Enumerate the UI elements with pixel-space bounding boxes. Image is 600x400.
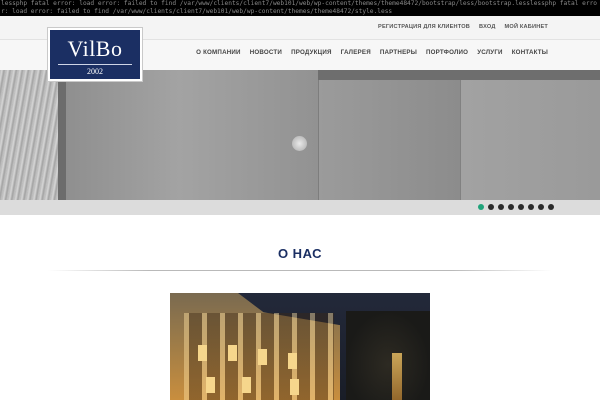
nav-item-portfolio[interactable]: ПОРТФОЛИО: [426, 49, 468, 56]
section-divider: [48, 270, 552, 271]
nav-item-news[interactable]: НОВОСТИ: [250, 49, 282, 56]
slider-dot[interactable]: [478, 204, 484, 210]
main-nav: О КОМПАНИИ НОВОСТИ ПРОДУКЦИЯ ГАЛЕРЕЯ ПАР…: [196, 49, 548, 56]
login-link[interactable]: ВХОД: [479, 24, 495, 30]
slider-pager: [0, 200, 600, 215]
slide-image-detail: [292, 136, 307, 151]
account-links: РЕГИСТРАЦИЯ ДЛЯ КЛИЕНТОВ ВХОД МОЙ КАБИНЕ…: [378, 24, 548, 30]
nav-item-products[interactable]: ПРОДУКЦИЯ: [291, 49, 332, 56]
hero-slider[interactable]: [0, 70, 600, 200]
register-link[interactable]: РЕГИСТРАЦИЯ ДЛЯ КЛИЕНТОВ: [378, 24, 470, 30]
about-photo: [170, 293, 430, 400]
nav-item-contacts[interactable]: КОНТАКТЫ: [512, 49, 548, 56]
slide-image-panel: [318, 70, 460, 200]
slide-image-panel: [0, 70, 58, 200]
slider-dots: [478, 204, 554, 210]
slider-dot[interactable]: [548, 204, 554, 210]
slider-dot[interactable]: [488, 204, 494, 210]
logo-year: 2002: [87, 67, 103, 76]
nav-item-gallery[interactable]: ГАЛЕРЕЯ: [341, 49, 371, 56]
slide-image-panel: [58, 70, 66, 200]
slide-image-panel: [66, 70, 318, 200]
site-logo[interactable]: VilBo 2002: [48, 28, 142, 81]
logo-divider: [58, 64, 132, 65]
slider-dot[interactable]: [508, 204, 514, 210]
nav-item-services[interactable]: УСЛУГИ: [477, 49, 503, 56]
slider-dot[interactable]: [518, 204, 524, 210]
tree-image: [346, 311, 430, 400]
php-error-message: lessphp fatal error: load error: failed …: [0, 0, 600, 16]
slide-image-detail: [318, 70, 600, 80]
nav-item-partners[interactable]: ПАРТНЕРЫ: [380, 49, 417, 56]
slide-image-panel: [460, 70, 600, 200]
my-account-link[interactable]: МОЙ КАБИНЕТ: [505, 24, 548, 30]
slider-dot[interactable]: [498, 204, 504, 210]
nav-item-about[interactable]: О КОМПАНИИ: [196, 49, 241, 56]
logo-name: VilBo: [67, 36, 123, 61]
section-title: О НАС: [277, 246, 323, 261]
slider-dot[interactable]: [528, 204, 534, 210]
slider-dot[interactable]: [538, 204, 544, 210]
